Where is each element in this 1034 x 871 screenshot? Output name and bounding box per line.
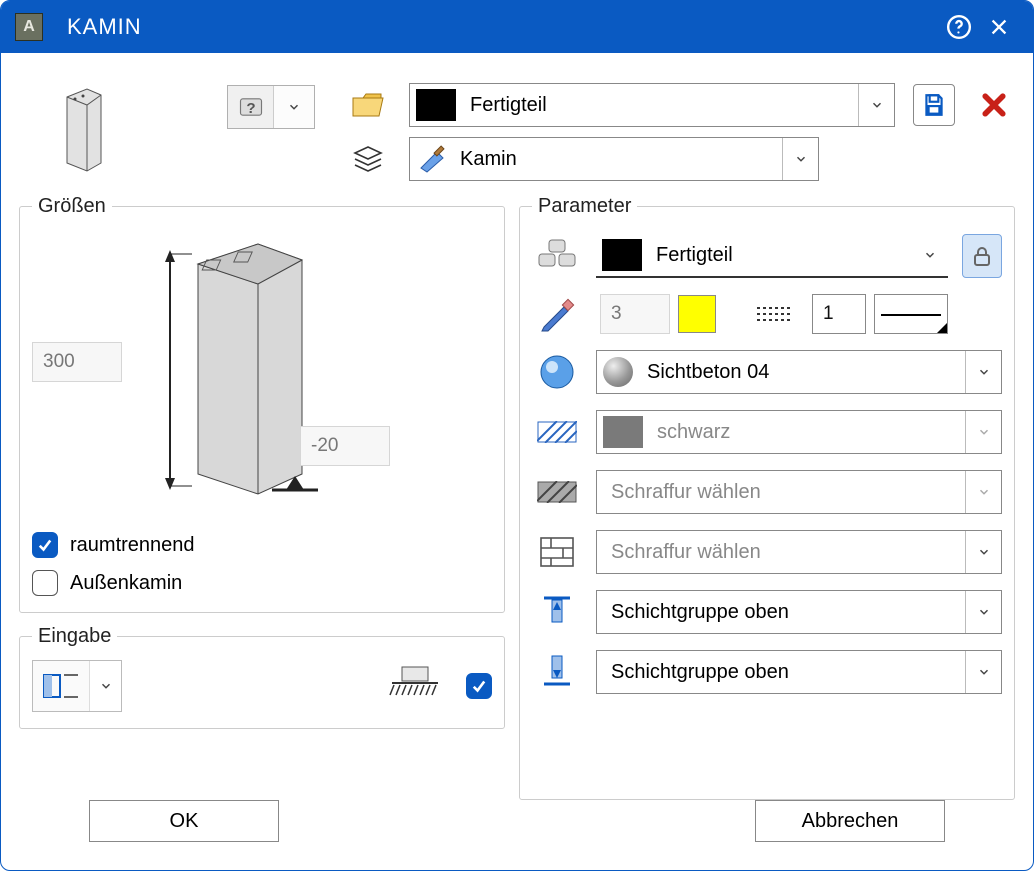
hatch1-dd[interactable] bbox=[965, 411, 1001, 453]
layergroup-top-combo[interactable]: Schichtgruppe oben bbox=[596, 590, 1002, 634]
foundation-checkbox[interactable] bbox=[466, 673, 492, 699]
lock-button[interactable] bbox=[962, 234, 1002, 278]
save-icon-button[interactable] bbox=[913, 84, 955, 126]
delete-icon-button[interactable] bbox=[973, 84, 1015, 126]
layergroup-top-icon bbox=[532, 592, 582, 632]
linetype-icon bbox=[750, 302, 800, 326]
linetype-preview[interactable] bbox=[874, 294, 948, 334]
material-swatch bbox=[416, 89, 456, 121]
ok-button[interactable]: OK bbox=[89, 800, 279, 842]
sizes-group: Größen bbox=[19, 195, 505, 613]
material-icon bbox=[532, 238, 582, 274]
hatch1-swatch bbox=[603, 416, 643, 448]
raumtrennend-label: raumtrennend bbox=[70, 534, 195, 557]
foundation-icon bbox=[388, 663, 442, 709]
hatch1-combo[interactable]: schwarz bbox=[596, 410, 1002, 454]
sizes-diagram bbox=[32, 230, 492, 520]
favorite-dropdown[interactable] bbox=[274, 86, 314, 128]
close-icon[interactable] bbox=[979, 7, 1019, 47]
window-title: KAMIN bbox=[67, 14, 142, 40]
dialog-footer: OK Abbrechen bbox=[19, 800, 1015, 860]
hatch2-dd[interactable] bbox=[965, 471, 1001, 513]
parameter-title: Parameter bbox=[532, 195, 637, 218]
material-main-dd[interactable] bbox=[858, 84, 894, 126]
aussenkamin-row[interactable]: Außenkamin bbox=[32, 570, 492, 596]
placement-mode-selector[interactable] bbox=[32, 660, 122, 712]
hatch3-icon bbox=[532, 536, 582, 568]
layergroup-top-dd[interactable] bbox=[965, 591, 1001, 633]
layer-combo-dd[interactable] bbox=[782, 138, 818, 180]
surface-icon bbox=[532, 353, 582, 391]
height-input[interactable] bbox=[32, 342, 122, 382]
layergroup-bottom-combo[interactable]: Schichtgruppe oben bbox=[596, 650, 1002, 694]
help-icon[interactable] bbox=[939, 7, 979, 47]
app-icon: A bbox=[15, 13, 43, 41]
input-title: Eingabe bbox=[32, 625, 117, 648]
layer-combo-text: Kamin bbox=[454, 148, 782, 171]
layer-combo[interactable]: Kamin bbox=[409, 137, 819, 181]
hatch1-icon bbox=[532, 421, 582, 443]
folder-icon[interactable] bbox=[345, 90, 391, 120]
element-preview-icon bbox=[61, 85, 107, 181]
hatch3-dd[interactable] bbox=[965, 531, 1001, 573]
raumtrennend-checkbox[interactable] bbox=[32, 532, 58, 558]
surface-preview-icon bbox=[603, 357, 633, 387]
hatch3-combo[interactable]: Schraffur wählen bbox=[596, 530, 1002, 574]
svg-text:?: ? bbox=[246, 100, 255, 117]
placement-mode-dd[interactable] bbox=[89, 661, 121, 711]
layergroup-bottom-icon bbox=[532, 652, 582, 692]
dialog-window: A KAMIN bbox=[0, 0, 1034, 871]
linetype-value-input[interactable] bbox=[812, 294, 866, 334]
aussenkamin-checkbox[interactable] bbox=[32, 570, 58, 596]
favorite-icon: ? bbox=[228, 86, 274, 128]
material-main-text: Fertigteil bbox=[464, 94, 858, 117]
trowel-icon bbox=[410, 144, 454, 174]
param-material-dd[interactable] bbox=[912, 234, 948, 276]
layergroup-bottom-text: Schichtgruppe oben bbox=[597, 661, 965, 684]
material-main-combo[interactable]: Fertigteil bbox=[409, 83, 895, 127]
pen-value-input[interactable] bbox=[600, 294, 670, 334]
cancel-button[interactable]: Abbrechen bbox=[755, 800, 945, 842]
hatch2-combo[interactable]: Schraffur wählen bbox=[596, 470, 1002, 514]
sizes-title: Größen bbox=[32, 195, 112, 218]
surface-combo[interactable]: Sichtbeton 04 bbox=[596, 350, 1002, 394]
favorite-selector[interactable]: ? bbox=[227, 85, 315, 129]
input-group: Eingabe bbox=[19, 625, 505, 729]
aussenkamin-label: Außenkamin bbox=[70, 572, 182, 595]
surface-text: Sichtbeton 04 bbox=[641, 361, 965, 384]
layergroup-bottom-dd[interactable] bbox=[965, 651, 1001, 693]
hatch2-placeholder: Schraffur wählen bbox=[597, 481, 965, 504]
offset-input[interactable] bbox=[300, 426, 390, 466]
pen-color-swatch[interactable] bbox=[678, 295, 716, 333]
layergroup-top-text: Schichtgruppe oben bbox=[597, 601, 965, 624]
raumtrennend-row[interactable]: raumtrennend bbox=[32, 532, 492, 558]
param-material-text: Fertigteil bbox=[650, 244, 912, 267]
placement-mode-icon bbox=[33, 661, 89, 711]
surface-dd[interactable] bbox=[965, 351, 1001, 393]
parameter-group: Parameter bbox=[519, 195, 1015, 800]
param-material-combo[interactable]: Fertigteil bbox=[596, 234, 948, 278]
hatch1-text: schwarz bbox=[651, 421, 965, 444]
hatch3-placeholder: Schraffur wählen bbox=[597, 541, 965, 564]
top-toolbar: ? Fertigteil bbox=[19, 67, 1015, 187]
pen-icon bbox=[532, 295, 582, 333]
param-material-swatch bbox=[602, 239, 642, 271]
layer-icon bbox=[345, 144, 391, 174]
titlebar: A KAMIN bbox=[1, 1, 1033, 53]
hatch2-icon bbox=[532, 481, 582, 503]
